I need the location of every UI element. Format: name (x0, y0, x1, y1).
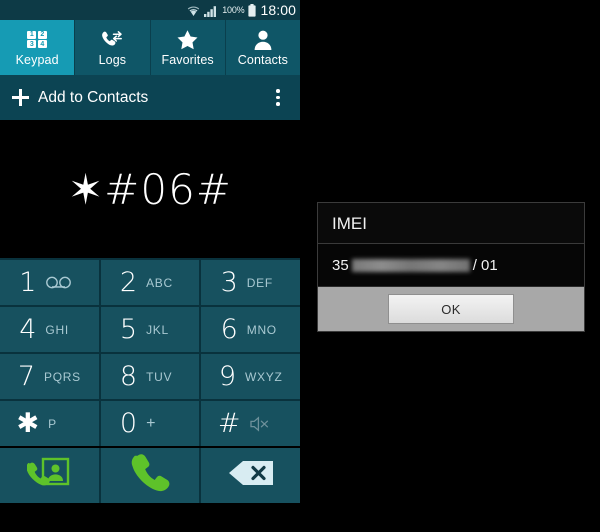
call-logs-icon (100, 29, 124, 51)
silent-mode-icon (249, 415, 283, 432)
dialpad-key-0[interactable]: 0 + (100, 401, 200, 446)
dialpad-key-5-digit: 5 (119, 314, 138, 345)
dialpad-key-2-digit: 2 (119, 267, 138, 298)
keypad-grid-cell: 4 (37, 40, 47, 49)
imei-prefix: 35 (332, 256, 349, 274)
add-to-contacts-bar: Add to Contacts (0, 75, 300, 120)
tab-logs[interactable]: Logs (75, 20, 151, 75)
keypad-grid-cell: 2 (37, 30, 47, 39)
dialpad-key-7-digit: 7 (17, 361, 36, 392)
dialpad-key-hash[interactable]: # (201, 401, 300, 446)
dialpad-key-7[interactable]: 7 PQRS (0, 354, 99, 399)
dialpad-key-8-letters: TUV (146, 369, 173, 384)
call-contact-icon (26, 456, 71, 495)
imei-redacted-blur (351, 258, 470, 272)
dialpad-key-3-letters: DEF (246, 275, 273, 290)
status-bar-clock: 18:00 (260, 2, 296, 18)
dialed-number-text: ✶#06# (67, 164, 233, 214)
dialpad-key-5[interactable]: 5 JKL (100, 307, 200, 352)
dialpad-key-star[interactable]: ✱ P (0, 401, 99, 446)
tab-logs-label: Logs (98, 52, 127, 67)
ok-button[interactable]: OK (388, 294, 514, 324)
star-icon (176, 29, 199, 51)
voicemail-icon (45, 276, 79, 289)
dialpad-grid: 1 2 ABC 3 DEF 4 GHI 5 JKL 6 MNO 7 PQRS 8… (0, 258, 300, 446)
dialpad-key-0-digit: 0 (119, 408, 138, 439)
imei-dialog-body: 35 / 01 (318, 244, 584, 287)
dialpad-key-8[interactable]: 8 TUV (100, 354, 200, 399)
person-icon (253, 29, 273, 51)
dialpad-key-2-letters: ABC (146, 275, 173, 290)
imei-value: 35 / 01 (332, 257, 498, 274)
dialpad-key-1-digit: 1 (19, 267, 37, 298)
battery-percent-label: 100% (222, 5, 245, 15)
phone-handset-icon (129, 452, 171, 499)
dialpad-key-8-digit: 8 (119, 361, 138, 392)
backspace-icon (227, 459, 275, 492)
overflow-menu-icon[interactable] (268, 87, 288, 109)
dialpad-key-4-letters: GHI (45, 322, 69, 337)
dialpad-key-3[interactable]: 3 DEF (201, 260, 300, 305)
dialpad-key-6-digit: 6 (220, 314, 238, 345)
dialpad-key-hash-digit: # (217, 408, 241, 439)
backspace-button[interactable] (201, 448, 300, 503)
dialpad-key-5-letters: JKL (146, 322, 169, 337)
call-contact-button[interactable] (0, 448, 99, 503)
tab-keypad[interactable]: 1 2 3 4 Keypad (0, 20, 76, 75)
tab-contacts-label: Contacts (237, 52, 288, 67)
dialpad-key-9-digit: 9 (218, 361, 237, 392)
signal-bars-icon (204, 4, 218, 17)
keypad-grid-cell: 1 (27, 30, 37, 39)
tab-favorites-label: Favorites (161, 52, 214, 67)
wifi-icon (187, 4, 200, 17)
imei-dialog-footer: OK (318, 287, 584, 331)
imei-dialog: IMEI 35 / 01 OK (317, 202, 585, 332)
dialpad-key-3-digit: 3 (220, 267, 238, 298)
dialpad-key-1[interactable]: 1 (0, 260, 99, 305)
screenshot-root: 100% 18:00 1 2 3 4 Keypad Logs Favorites… (0, 0, 600, 532)
call-button[interactable] (100, 448, 200, 503)
dialer-action-row (0, 448, 300, 503)
dialpad-key-9[interactable]: 9 WXYZ (201, 354, 300, 399)
dialpad-key-9-letters: WXYZ (245, 369, 283, 384)
dialpad-key-0-letters: + (146, 414, 157, 432)
tab-favorites[interactable]: Favorites (151, 20, 226, 75)
dialpad-key-7-letters: PQRS (44, 369, 81, 384)
keypad-grid-icon: 1 2 3 4 (27, 29, 47, 51)
dialpad-key-star-digit: ✱ (16, 408, 40, 439)
add-to-contacts-button[interactable]: Add to Contacts (38, 89, 268, 107)
dialpad-key-4-digit: 4 (19, 314, 37, 345)
status-bar: 100% 18:00 (0, 0, 300, 20)
battery-full-icon (248, 3, 257, 17)
tab-bar: 1 2 3 4 Keypad Logs Favorites Contacts (0, 20, 300, 75)
tab-keypad-label: Keypad (15, 52, 59, 67)
dialpad-key-6-letters: MNO (246, 322, 277, 337)
dialpad-key-6[interactable]: 6 MNO (201, 307, 300, 352)
tab-contacts[interactable]: Contacts (226, 20, 300, 75)
imei-dialog-title: IMEI (318, 203, 584, 244)
dialpad-key-star-letters: P (48, 416, 57, 431)
dialed-number-display[interactable]: ✶#06# (0, 120, 300, 258)
keypad-grid-cell: 3 (27, 40, 37, 49)
dialpad-key-2[interactable]: 2 ABC (100, 260, 200, 305)
phone-dialer-app: 100% 18:00 1 2 3 4 Keypad Logs Favorites… (0, 0, 300, 532)
imei-suffix: / 01 (472, 256, 498, 274)
plus-icon (12, 89, 29, 106)
dialpad-key-4[interactable]: 4 GHI (0, 307, 99, 352)
